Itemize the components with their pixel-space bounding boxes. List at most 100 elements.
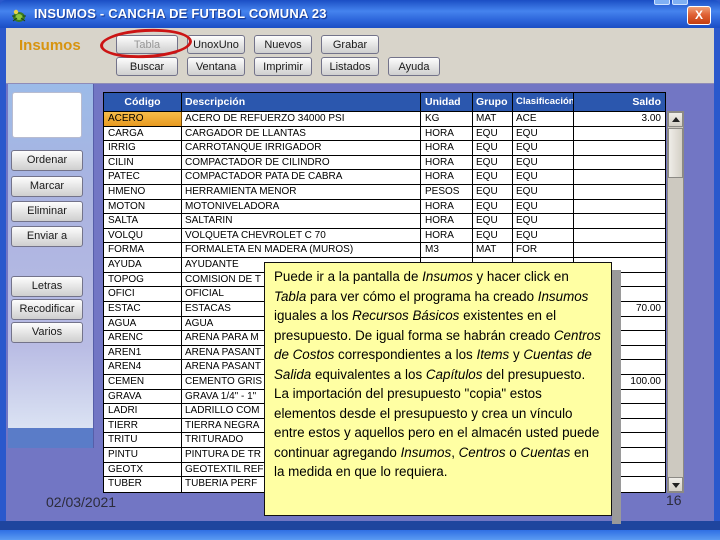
cell-codigo[interactable]: IRRIG: [104, 141, 182, 155]
table-row[interactable]: ACERO ACERO DE REFUERZO 34000 PSI KG MAT ACE…: [104, 112, 665, 127]
sidebar-button-eliminar[interactable]: Eliminar: [11, 201, 83, 222]
cell-codigo[interactable]: AGUA: [104, 316, 182, 331]
cell-unidad[interactable]: KG: [421, 112, 473, 126]
cell-clasificacion[interactable]: EQU: [513, 185, 574, 199]
cell-unidad[interactable]: HORA: [421, 170, 473, 185]
cell-saldo[interactable]: [574, 156, 665, 170]
table-row[interactable]: CILIN COMPACTADOR DE CILINDRO HORA EQU EQU: [104, 155, 665, 171]
cell-grupo[interactable]: EQU: [473, 170, 513, 185]
table-row[interactable]: IRRIG CARROTANQUE IRRIGADOR HORA EQU EQU: [104, 141, 665, 156]
cell-codigo[interactable]: ACERO: [104, 112, 182, 126]
cell-descripcion[interactable]: COMPACTADOR PATA DE CABRA: [182, 170, 421, 185]
toolbar-button-imprimir[interactable]: Imprimir: [254, 57, 312, 76]
cell-clasificacion[interactable]: ACE: [513, 112, 574, 126]
sidebar-button-recodificar[interactable]: Recodificar: [11, 299, 83, 320]
toolbar-button-ayuda[interactable]: Ayuda: [388, 57, 440, 76]
cell-descripcion[interactable]: ACERO DE REFUERZO 34000 PSI: [182, 112, 421, 126]
header-cell-clasificacion[interactable]: Clasificación: [513, 93, 574, 111]
header-cell-descripcion[interactable]: Descripción: [182, 93, 421, 111]
cell-codigo[interactable]: TRITU: [104, 433, 182, 448]
cell-grupo[interactable]: EQU: [473, 214, 513, 228]
header-cell-codigo[interactable]: Código: [104, 93, 182, 111]
cell-clasificacion[interactable]: EQU: [513, 155, 574, 170]
cell-codigo[interactable]: ARENC: [104, 331, 182, 345]
cell-grupo[interactable]: EQU: [473, 126, 513, 141]
cell-saldo[interactable]: [574, 127, 665, 141]
cell-codigo[interactable]: PINTU: [104, 448, 182, 462]
table-row[interactable]: PATEC COMPACTADOR PATA DE CABRA HORA EQU EQU: [104, 170, 665, 186]
table-row[interactable]: VOLQU VOLQUETA CHEVROLET C 70 HORA EQU EQU: [104, 228, 665, 244]
cell-descripcion[interactable]: MOTONIVELADORA: [182, 199, 421, 214]
toolbar-button-listados[interactable]: Listados: [321, 57, 379, 76]
cell-descripcion[interactable]: FORMALETA EN MADERA (MUROS): [182, 243, 421, 258]
toolbar-button-tabla[interactable]: Tabla: [116, 35, 178, 54]
scroll-down-button[interactable]: [668, 477, 683, 492]
table-row[interactable]: CARGA CARGADOR DE LLANTAS HORA EQU EQU: [104, 126, 665, 142]
cell-descripcion[interactable]: CARGADOR DE LLANTAS: [182, 126, 421, 141]
cell-codigo[interactable]: PATEC: [104, 170, 182, 185]
cell-clasificacion[interactable]: FOR: [513, 243, 574, 258]
cell-codigo[interactable]: CARGA: [104, 126, 182, 141]
cell-codigo[interactable]: FORMA: [104, 243, 182, 258]
cell-unidad[interactable]: HORA: [421, 155, 473, 170]
table-vscrollbar[interactable]: [667, 111, 684, 493]
maximize-button-stub[interactable]: [672, 0, 688, 5]
cell-clasificacion[interactable]: EQU: [513, 199, 574, 214]
cell-unidad[interactable]: PESOS: [421, 185, 473, 199]
cell-codigo[interactable]: GEOTX: [104, 462, 182, 477]
cell-codigo[interactable]: TUBER: [104, 477, 182, 492]
sidebar-button-ordenar[interactable]: Ordenar: [11, 150, 83, 171]
cell-saldo[interactable]: [574, 214, 665, 228]
header-cell-saldo[interactable]: Saldo: [574, 93, 665, 111]
cell-codigo[interactable]: MOTON: [104, 199, 182, 214]
cell-codigo[interactable]: OFICI: [104, 287, 182, 301]
cell-clasificacion[interactable]: EQU: [513, 170, 574, 185]
cell-saldo[interactable]: [574, 243, 665, 257]
sidebar-button-letras[interactable]: Letras: [11, 276, 83, 297]
cell-saldo[interactable]: [574, 170, 665, 184]
cell-codigo[interactable]: CILIN: [104, 155, 182, 170]
cell-clasificacion[interactable]: EQU: [513, 126, 574, 141]
cell-codigo[interactable]: GRAVA: [104, 389, 182, 404]
toolbar-button-grabar[interactable]: Grabar: [321, 35, 379, 54]
cell-descripcion[interactable]: HERRAMIENTA MENOR: [182, 185, 421, 199]
cell-unidad[interactable]: HORA: [421, 214, 473, 228]
minimize-button-stub[interactable]: [654, 0, 670, 5]
close-button[interactable]: X: [687, 6, 711, 25]
scroll-thumb[interactable]: [668, 128, 683, 178]
table-row[interactable]: SALTA SALTARIN HORA EQU EQU: [104, 214, 665, 229]
cell-unidad[interactable]: HORA: [421, 228, 473, 243]
header-cell-grupo[interactable]: Grupo: [473, 93, 513, 111]
table-row[interactable]: HMENO HERRAMIENTA MENOR PESOS EQU EQU: [104, 185, 665, 200]
sidebar-button-enviar-a[interactable]: Enviar a: [11, 226, 83, 247]
cell-clasificacion[interactable]: EQU: [513, 228, 574, 243]
cell-grupo[interactable]: EQU: [473, 199, 513, 214]
cell-codigo[interactable]: HMENO: [104, 185, 182, 199]
cell-unidad[interactable]: M3: [421, 243, 473, 258]
cell-unidad[interactable]: HORA: [421, 126, 473, 141]
cell-codigo[interactable]: AYUDA: [104, 258, 182, 272]
table-row[interactable]: FORMA FORMALETA EN MADERA (MUROS) M3 MAT FOR: [104, 243, 665, 259]
cell-codigo[interactable]: LADRI: [104, 404, 182, 418]
cell-unidad[interactable]: HORA: [421, 199, 473, 214]
cell-grupo[interactable]: EQU: [473, 155, 513, 170]
table-row[interactable]: MOTON MOTONIVELADORA HORA EQU EQU: [104, 199, 665, 215]
cell-saldo[interactable]: [574, 200, 665, 214]
cell-descripcion[interactable]: VOLQUETA CHEVROLET C 70: [182, 228, 421, 243]
cell-grupo[interactable]: MAT: [473, 243, 513, 258]
toolbar-button-unoxuno[interactable]: UnoxUno: [187, 35, 245, 54]
cell-saldo[interactable]: [574, 185, 665, 199]
cell-clasificacion[interactable]: EQU: [513, 141, 574, 155]
cell-unidad[interactable]: HORA: [421, 141, 473, 155]
cell-grupo[interactable]: MAT: [473, 112, 513, 126]
cell-codigo[interactable]: AREN4: [104, 360, 182, 374]
toolbar-button-ventana[interactable]: Ventana: [187, 57, 245, 76]
cell-saldo[interactable]: [574, 229, 665, 243]
cell-clasificacion[interactable]: EQU: [513, 214, 574, 228]
cell-codigo[interactable]: TIERR: [104, 418, 182, 433]
cell-saldo[interactable]: 3.00: [574, 112, 665, 126]
header-cell-unidad[interactable]: Unidad: [421, 93, 473, 111]
sidebar-button-marcar[interactable]: Marcar: [11, 176, 83, 197]
cell-descripcion[interactable]: COMPACTADOR DE CILINDRO: [182, 155, 421, 170]
cell-grupo[interactable]: EQU: [473, 228, 513, 243]
